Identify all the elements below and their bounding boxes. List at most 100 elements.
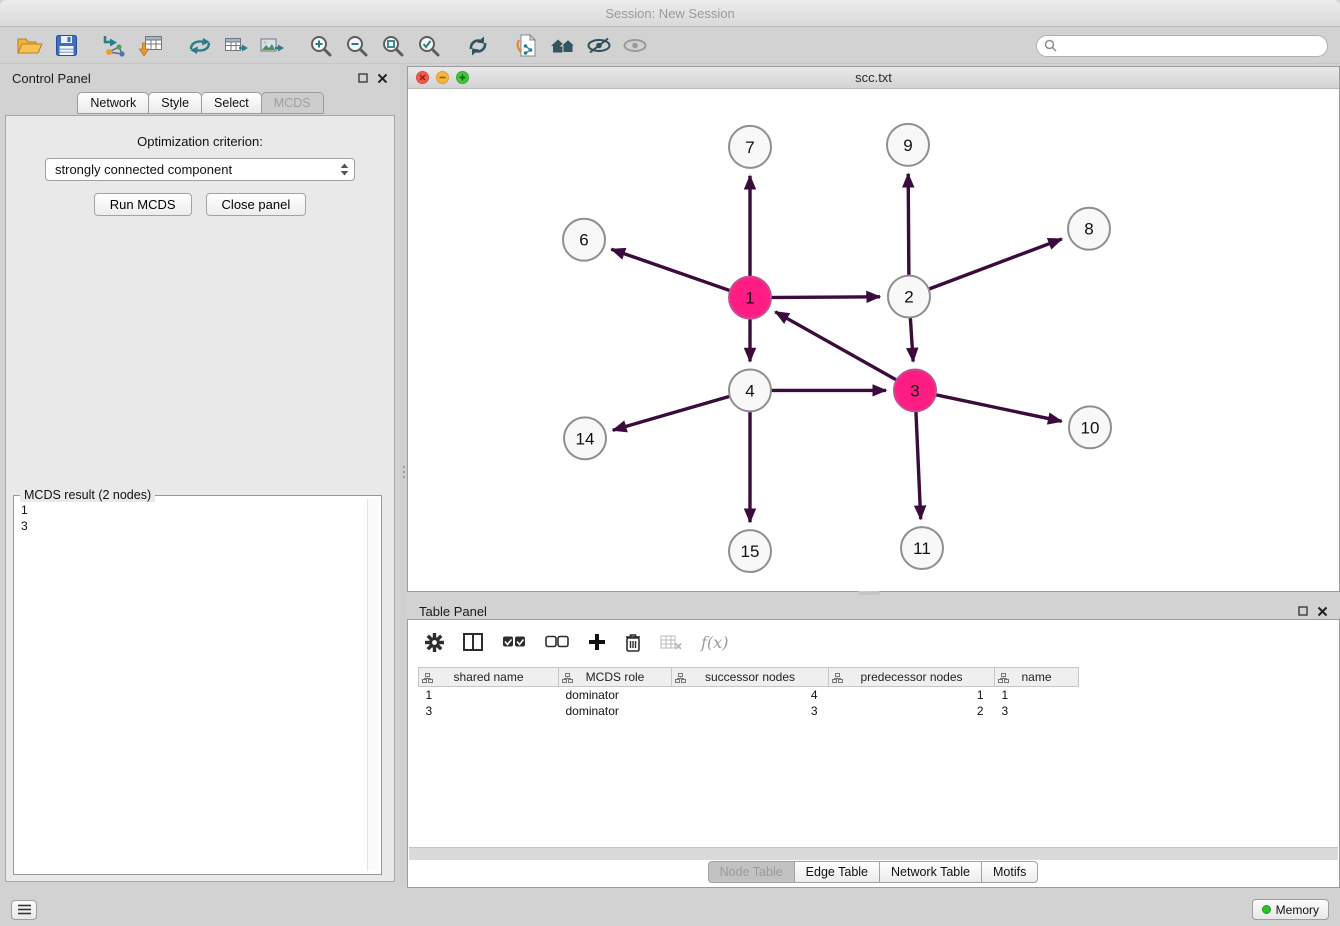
refresh-icon: [466, 35, 490, 57]
column-header-MCDS-role[interactable]: MCDS role: [559, 668, 672, 687]
unchecked-boxes-icon: [545, 634, 569, 650]
close-control-panel-button[interactable]: [377, 73, 388, 84]
table-panel-title: Table Panel: [419, 604, 487, 619]
close-window-button[interactable]: [416, 71, 429, 84]
minimize-window-button[interactable]: [436, 71, 449, 84]
document-share-button[interactable]: [509, 31, 545, 61]
column-header-name[interactable]: name: [995, 668, 1079, 687]
graph-node-4[interactable]: 4: [729, 369, 771, 411]
open-file-button[interactable]: [12, 31, 48, 61]
zoom-fit-button[interactable]: [375, 31, 411, 61]
column-header-successor-nodes[interactable]: successor nodes: [672, 668, 829, 687]
zoom-fit-icon: [381, 34, 405, 58]
import-network-button[interactable]: [97, 31, 133, 61]
graph-node-8[interactable]: 8: [1068, 208, 1110, 250]
select-all-button[interactable]: [502, 634, 526, 650]
close-panel-button[interactable]: Close panel: [206, 193, 307, 216]
import-table-button[interactable]: [133, 31, 169, 61]
graph-node-9[interactable]: 9: [887, 124, 929, 166]
show-graphics-button[interactable]: [617, 31, 653, 61]
table-toolbar: f(x): [408, 623, 1339, 661]
mcds-result-group: MCDS result (2 nodes) 13: [13, 495, 382, 875]
search-box[interactable]: [1036, 35, 1328, 57]
network-canvas[interactable]: 7 9 6 8 1 2 4 3 14 10 15 11: [408, 89, 1339, 591]
tab-motifs[interactable]: Motifs: [981, 861, 1038, 883]
table-row[interactable]: 1dominator411: [419, 687, 1079, 703]
graph-node-3[interactable]: 3: [894, 369, 936, 411]
vertical-splitter[interactable]: [400, 64, 407, 882]
function-builder-button[interactable]: f(x): [701, 633, 728, 652]
column-tree-icon: [832, 672, 843, 686]
column-tree-icon: [998, 672, 1009, 686]
tab-network-table[interactable]: Network Table: [879, 861, 982, 883]
graph-node-15[interactable]: 15: [729, 530, 771, 572]
memory-label: Memory: [1276, 903, 1319, 917]
memory-button[interactable]: Memory: [1252, 899, 1329, 920]
result-line: 1: [21, 502, 361, 518]
graph-node-2[interactable]: 2: [888, 276, 930, 318]
float-table-panel-button[interactable]: [1298, 606, 1308, 616]
svg-text:15: 15: [741, 542, 760, 561]
zoom-window-button[interactable]: [456, 71, 469, 84]
graphics-details-button[interactable]: [581, 31, 617, 61]
svg-text:6: 6: [579, 231, 588, 250]
graph-node-11[interactable]: 11: [901, 527, 943, 569]
graph-node-1[interactable]: 1: [729, 277, 771, 319]
network-window-titlebar[interactable]: scc.txt: [408, 67, 1339, 89]
search-input[interactable]: [1062, 38, 1320, 54]
table-settings-button[interactable]: [425, 633, 444, 652]
save-session-button[interactable]: [48, 31, 84, 61]
svg-text:4: 4: [745, 381, 754, 400]
deselect-all-button[interactable]: [545, 634, 569, 650]
column-header-shared-name[interactable]: shared name: [419, 668, 559, 687]
dropdown-stepper-icon: [340, 163, 349, 176]
graph-node-6[interactable]: 6: [563, 219, 605, 261]
close-icon: [1317, 606, 1328, 617]
home-button[interactable]: [545, 31, 581, 61]
table-row[interactable]: 3dominator323: [419, 703, 1079, 719]
column-header-predecessor-nodes[interactable]: predecessor nodes: [829, 668, 995, 687]
show-columns-button[interactable]: [463, 633, 483, 651]
run-mcds-button[interactable]: Run MCDS: [94, 193, 192, 216]
edge-1-6[interactable]: [611, 249, 748, 297]
table-tabs: Node TableEdge TableNetwork TableMotifs: [408, 861, 1339, 883]
network-view-window: scc.txt 7 9 6 8 1 2 4 3 14 10 15 11: [407, 66, 1340, 592]
mcds-result-list[interactable]: 13: [18, 500, 364, 870]
export-table-button[interactable]: [218, 31, 254, 61]
tab-network[interactable]: Network: [77, 92, 149, 114]
tab-edge-table[interactable]: Edge Table: [794, 861, 880, 883]
tab-select[interactable]: Select: [201, 92, 262, 114]
tab-node-table[interactable]: Node Table: [708, 861, 795, 883]
window-titlebar[interactable]: Session: New Session: [0, 0, 1340, 27]
delete-column-button[interactable]: [625, 633, 641, 652]
svg-text:1: 1: [745, 289, 754, 308]
network-window-title: scc.txt: [855, 70, 892, 85]
svg-text:9: 9: [903, 136, 912, 155]
zoom-out-button[interactable]: [339, 31, 375, 61]
edge-2-8[interactable]: [911, 239, 1062, 296]
close-table-panel-button[interactable]: [1317, 606, 1328, 617]
float-panel-button[interactable]: [358, 73, 368, 83]
edge-4-14[interactable]: [613, 391, 748, 430]
tab-style[interactable]: Style: [148, 92, 202, 114]
graph-node-10[interactable]: 10: [1069, 406, 1111, 448]
zoom-selected-button[interactable]: [411, 31, 447, 61]
panel-toggle-button[interactable]: [11, 900, 37, 920]
optimization-criterion-select[interactable]: strongly connected component: [45, 158, 355, 181]
refresh-layout-button[interactable]: [460, 31, 496, 61]
add-column-button[interactable]: [588, 633, 606, 651]
delete-table-button[interactable]: [660, 634, 682, 650]
graph-node-14[interactable]: 14: [564, 417, 606, 459]
graph-node-7[interactable]: 7: [729, 126, 771, 168]
edge-3-10[interactable]: [917, 391, 1062, 422]
export-image-button[interactable]: [254, 31, 290, 61]
horizontal-splitter-handle[interactable]: [858, 591, 880, 595]
edge-3-1[interactable]: [775, 312, 913, 390]
share-network-button[interactable]: [182, 31, 218, 61]
column-tree-icon: [675, 672, 686, 686]
tab-mcds[interactable]: MCDS: [261, 92, 324, 114]
table-hscrollbar[interactable]: [409, 847, 1338, 860]
checked-boxes-icon: [502, 634, 526, 650]
zoom-in-button[interactable]: [303, 31, 339, 61]
result-scrollbar[interactable]: [367, 499, 378, 871]
